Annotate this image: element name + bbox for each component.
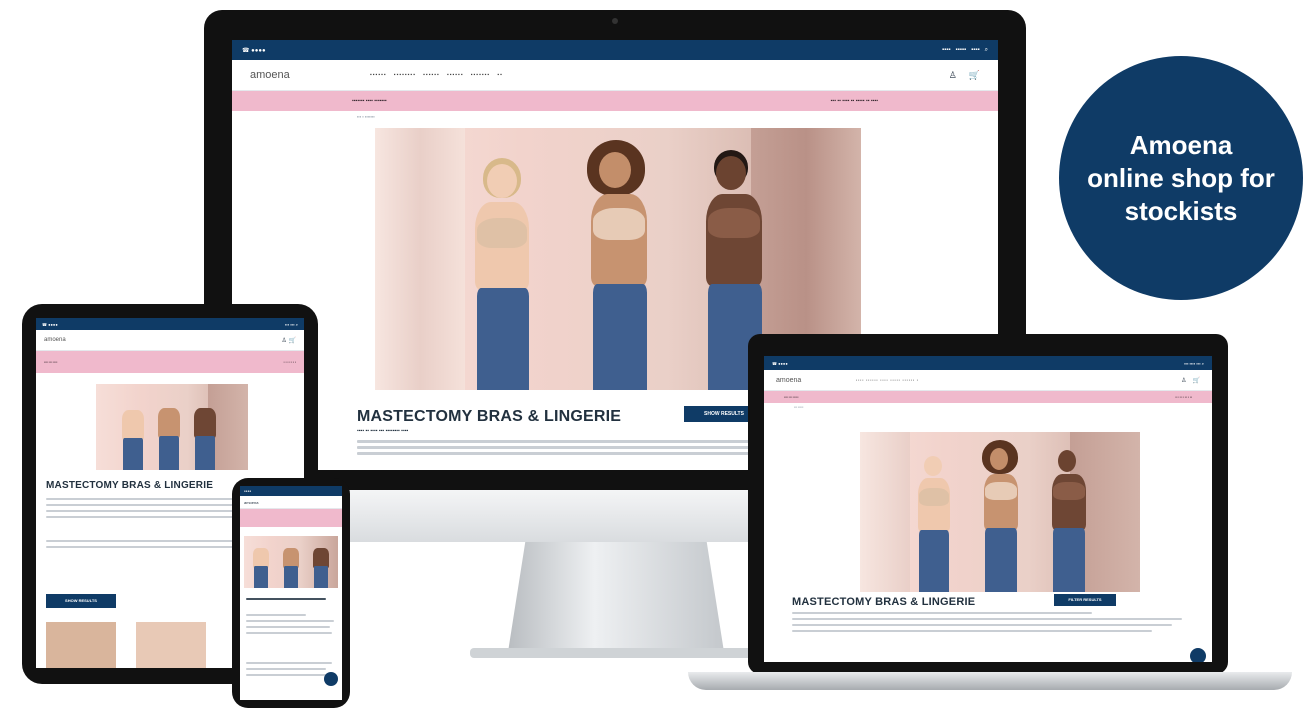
breadcrumb[interactable]: ▪▪▪ ▪▪▪▪▪: [764, 403, 1212, 411]
page-subheading: ▪▪▪▪ ▪▪ ▪▪▪▪ ▪▪▪ ▪▪▪▪▪▪▪▪ ▪▪▪▪: [357, 428, 409, 434]
imac-camera: [612, 18, 618, 24]
top-bar: ☎ ●●●● ▪▪▪ ▪▪▪ ⌕: [36, 318, 304, 330]
filter-button[interactable]: SHOW RESULTS: [46, 594, 116, 608]
main-nav[interactable]: ▪▪▪▪▪▪ ▪▪▪▪▪▪▪▪ ▪▪▪▪▪▪ ▪▪▪▪▪▪ ▪▪▪▪▪▪▪ ▪▪: [370, 72, 949, 78]
user-icon[interactable]: ♙: [1181, 377, 1186, 384]
top-bar: ●●●●: [240, 486, 342, 496]
logo[interactable]: amoena: [244, 500, 258, 505]
header: amoena: [240, 496, 342, 509]
phone-icon[interactable]: ●●●●: [244, 489, 251, 493]
hero-image: [244, 536, 338, 588]
model-1: [455, 140, 545, 390]
phone-icon[interactable]: ☎ ●●●●: [772, 361, 788, 366]
phone-icon[interactable]: ☎ ●●●●: [42, 322, 58, 327]
phone-icon[interactable]: ☎ ●●●●: [242, 47, 266, 54]
laptop-screen: ☎ ●●●● ▪▪▪ ▪▪▪▪ ▪▪▪ ⌕ amoena ▪▪▪▪ ▪▪▪▪▪▪…: [764, 356, 1212, 662]
header: amoena ▪▪▪▪ ▪▪▪▪▪▪ ▪▪▪▪ ▪▪▪▪▪ ▪▪▪▪▪▪ ▪ ♙…: [764, 370, 1212, 391]
breadcrumb[interactable]: ▪▪▪ ▪ ▪▪▪▪▪▪▪: [232, 111, 998, 122]
badge-line-1: Amoena: [1129, 129, 1233, 160]
model-1: [906, 442, 962, 592]
curtain-left: [375, 128, 465, 390]
header: amoena ▪▪▪▪▪▪ ▪▪▪▪▪▪▪▪ ▪▪▪▪▪▪ ▪▪▪▪▪▪ ▪▪▪…: [232, 60, 998, 91]
imac-foot: [470, 648, 762, 658]
page-heading: MASTECTOMY BRAS & LINGERIE: [792, 596, 976, 608]
hero-image: [96, 384, 248, 470]
hero-image: [860, 432, 1140, 592]
badge-line-3: stockists: [1124, 195, 1238, 226]
stockist-shop-badge: Amoena online shop for stockists: [1059, 56, 1303, 300]
top-links[interactable]: ▪▪▪ ▪▪▪▪ ▪▪▪ ⌕: [1184, 361, 1204, 366]
page-heading: MASTECTOMY BRAS & LINGERIE: [357, 408, 622, 425]
model-2: [565, 128, 665, 390]
chat-icon[interactable]: [1190, 648, 1206, 662]
laptop-base: [688, 672, 1292, 690]
search-icon[interactable]: ⌕: [296, 322, 298, 327]
filter-button[interactable]: FILTER RESULTS: [1054, 594, 1116, 606]
logo[interactable]: amoena: [44, 337, 66, 343]
top-bar: ☎ ●●●● ▪▪▪▪ ▪▪▪▪▪ ▪▪▪▪ ⌕: [232, 40, 998, 60]
promo-bar: [240, 509, 342, 527]
top-links[interactable]: ▪▪▪▪ ▪▪▪▪▪ ▪▪▪▪ ⌕: [942, 47, 988, 54]
top-links[interactable]: ▪▪▪ ▪▪▪ ⌕: [285, 322, 298, 327]
product-image-2[interactable]: [136, 622, 206, 668]
badge-line-2: online shop for: [1087, 162, 1275, 193]
chat-icon[interactable]: [324, 672, 338, 686]
cart-icon[interactable]: 🛒: [969, 70, 980, 81]
product-image-1[interactable]: [46, 622, 116, 668]
logo[interactable]: amoena: [776, 377, 856, 384]
search-icon[interactable]: ⌕: [1202, 361, 1204, 366]
user-icon[interactable]: ♙: [281, 338, 286, 344]
user-icon[interactable]: ♙: [949, 70, 957, 81]
logo[interactable]: amoena: [250, 69, 370, 81]
phone-screen: ●●●● amoena: [240, 486, 342, 700]
top-bar: ☎ ●●●● ▪▪▪ ▪▪▪▪ ▪▪▪ ⌕: [764, 356, 1212, 370]
header: amoena ♙ 🛒: [36, 330, 304, 351]
model-3: [1036, 434, 1096, 592]
cart-icon[interactable]: 🛒: [289, 338, 296, 344]
page-heading: MASTECTOMY BRAS & LINGERIE: [46, 480, 214, 491]
promo-bar: ▪▪▪▪ ▪▪▪ ▪▪▪▪▪ ▪▪ ▪ ▪▪ ▪ ▪▪ ▪ ▪▪: [764, 391, 1212, 403]
main-nav[interactable]: ▪▪▪▪ ▪▪▪▪▪▪ ▪▪▪▪ ▪▪▪▪▪ ▪▪▪▪▪▪ ▪: [856, 378, 1181, 382]
search-icon[interactable]: ⌕: [985, 47, 988, 53]
cart-icon[interactable]: 🛒: [1193, 377, 1200, 384]
promo-bar: ▪▪▪▪▪▪▪ ▪▪▪▪ ▪▪▪▪▪▪▪ ▪▪▪ ▪▪ ▪▪▪▪ ▪▪ ▪▪▪▪▪…: [232, 91, 998, 111]
promo-bar: ▪▪▪▪ ▪▪▪ ▪▪▪▪ ▪ ▪ ▪ ▪ ▪ ▪ ▪: [36, 351, 304, 373]
model-2: [970, 434, 1030, 592]
imac-stand: [508, 542, 724, 652]
